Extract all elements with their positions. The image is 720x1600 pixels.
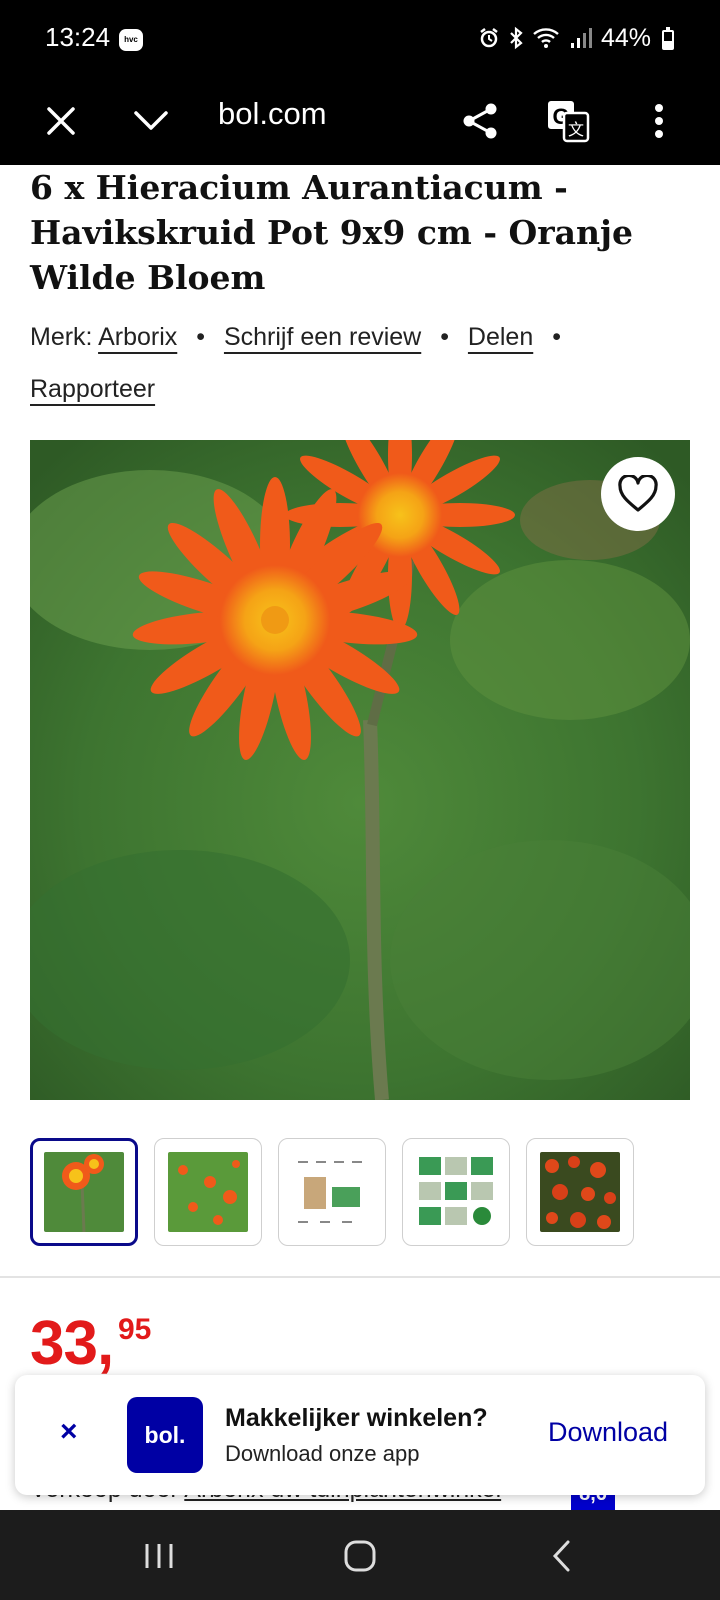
thumbnail-5[interactable] [526, 1138, 634, 1246]
notification-app-icon: hvc [119, 29, 143, 51]
product-meta-line: Merk: Arborix • Schrijf een review • Del… [30, 323, 573, 352]
download-app-button[interactable]: Download [548, 1417, 668, 1448]
svg-text:文: 文 [568, 121, 584, 139]
browser-toolbar: bol.com G文 [0, 78, 720, 165]
thumbnail-3[interactable] [278, 1138, 386, 1246]
chevron-down-icon[interactable] [128, 98, 174, 144]
bluetooth-icon [510, 26, 523, 50]
section-divider [0, 1276, 720, 1278]
url-text[interactable]: bol.com [218, 96, 327, 132]
wifi-icon [533, 28, 559, 48]
status-time: 13:24 [45, 22, 111, 52]
separator-dot: • [552, 323, 561, 351]
thumbnail-image [292, 1152, 372, 1232]
battery-icon [662, 27, 674, 50]
close-icon[interactable] [38, 98, 84, 144]
report-link[interactable]: Rapporteer [30, 375, 155, 403]
banner-title: Makkelijker winkelen? [225, 1404, 488, 1432]
thumbnail-image [540, 1152, 620, 1232]
brand-label: Merk: [30, 323, 93, 351]
banner-close-icon[interactable]: × [60, 1415, 78, 1449]
separator-dot: • [440, 323, 449, 351]
more-icon[interactable] [636, 98, 682, 144]
thumbnail-strip [30, 1138, 634, 1246]
favorite-heart-icon[interactable] [601, 457, 675, 531]
brand-link[interactable]: Arborix [98, 323, 177, 351]
thumbnail-4[interactable] [402, 1138, 510, 1246]
banner-subtitle: Download onze app [225, 1441, 420, 1466]
separator-dot: • [196, 323, 205, 351]
alarm-icon [480, 28, 498, 48]
thumbnail-2[interactable] [154, 1138, 262, 1246]
bol-logo: bol. [127, 1397, 203, 1473]
home-icon[interactable] [338, 1534, 382, 1578]
thumbnail-image [44, 1152, 124, 1232]
translate-icon[interactable]: G文 [545, 98, 591, 144]
battery-percentage: 44% [601, 24, 652, 52]
share-icon[interactable] [457, 98, 503, 144]
price-whole: 33, [30, 1309, 114, 1378]
signal-icon [571, 28, 592, 48]
system-navigation-bar [0, 1510, 720, 1600]
thumbnail-1[interactable] [30, 1138, 138, 1246]
app-download-banner: × bol. Makkelijker winkelen? Download on… [15, 1375, 705, 1495]
product-meta-line-2: Rapporteer [30, 375, 155, 404]
status-icons [478, 26, 592, 50]
page-content: 6 x Hieracium Aurantiacum - Havikskruid … [0, 165, 720, 1510]
product-main-image[interactable] [30, 440, 690, 1100]
thumbnail-image [168, 1152, 248, 1232]
product-title: 6 x Hieracium Aurantiacum - Havikskruid … [30, 168, 633, 297]
write-review-link[interactable]: Schrijf een review [224, 323, 421, 351]
thumbnail-image [416, 1152, 496, 1232]
status-bar: 13:24 hvc 44% [0, 0, 720, 78]
recent-apps-icon[interactable] [137, 1534, 181, 1578]
back-icon[interactable] [540, 1534, 584, 1578]
share-link[interactable]: Delen [468, 323, 533, 351]
price-cents: 95 [118, 1313, 152, 1346]
